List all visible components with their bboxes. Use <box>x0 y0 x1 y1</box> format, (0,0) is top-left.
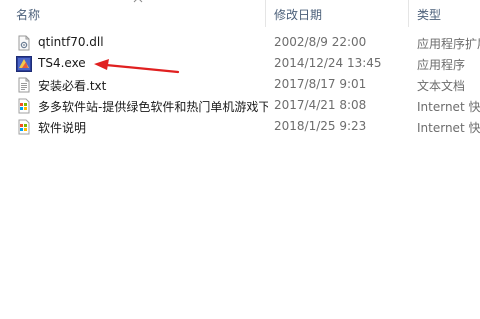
dll-file-icon <box>18 35 30 51</box>
column-divider[interactable] <box>265 0 266 27</box>
file-date: 2018/1/25 9:23 <box>274 119 367 133</box>
file-row[interactable]: 软件说明 2018/1/25 9:23 Internet 快捷方式 <box>0 117 480 138</box>
column-header: 名称 修改日期 类型 <box>0 0 480 27</box>
file-row[interactable]: qtintf70.dll 2002/8/9 22:00 应用程序扩展 <box>0 33 480 54</box>
file-name: 安装必看.txt <box>38 79 107 93</box>
file-type: 应用程序 <box>417 58 466 72</box>
internet-shortcut-icon <box>18 119 30 135</box>
file-type: 文本文档 <box>417 79 466 93</box>
file-type: Internet 快捷方式 <box>417 121 480 135</box>
file-date: 2017/8/17 9:01 <box>274 77 367 91</box>
file-type: Internet 快捷方式 <box>417 100 480 114</box>
file-type: 应用程序扩展 <box>417 37 480 51</box>
text-file-icon <box>18 77 30 93</box>
file-name: 软件说明 <box>38 121 87 135</box>
file-name: qtintf70.dll <box>38 35 104 49</box>
file-row[interactable]: 安装必看.txt 2017/8/17 9:01 文本文档 <box>0 75 480 96</box>
annotation-arrow-icon <box>94 59 180 74</box>
internet-shortcut-icon <box>18 98 30 114</box>
file-date: 2017/4/21 8:08 <box>274 98 367 112</box>
column-header-type[interactable]: 类型 <box>417 6 441 23</box>
column-header-name[interactable]: 名称 <box>16 6 40 23</box>
file-date: 2002/8/9 22:00 <box>274 35 367 49</box>
file-row[interactable]: TS4.exe 2014/12/24 13:45 应用程序 <box>0 54 480 75</box>
file-name: 多多软件站-提供绿色软件和热门单机游戏下载 <box>38 100 268 114</box>
column-divider[interactable] <box>408 0 409 27</box>
exe-app-icon <box>16 56 32 72</box>
column-header-date[interactable]: 修改日期 <box>274 6 322 23</box>
sort-ascending-icon <box>133 0 143 3</box>
file-row[interactable]: 多多软件站-提供绿色软件和热门单机游戏下载 2017/4/21 8:08 Int… <box>0 96 480 117</box>
file-date: 2014/12/24 13:45 <box>274 56 382 70</box>
